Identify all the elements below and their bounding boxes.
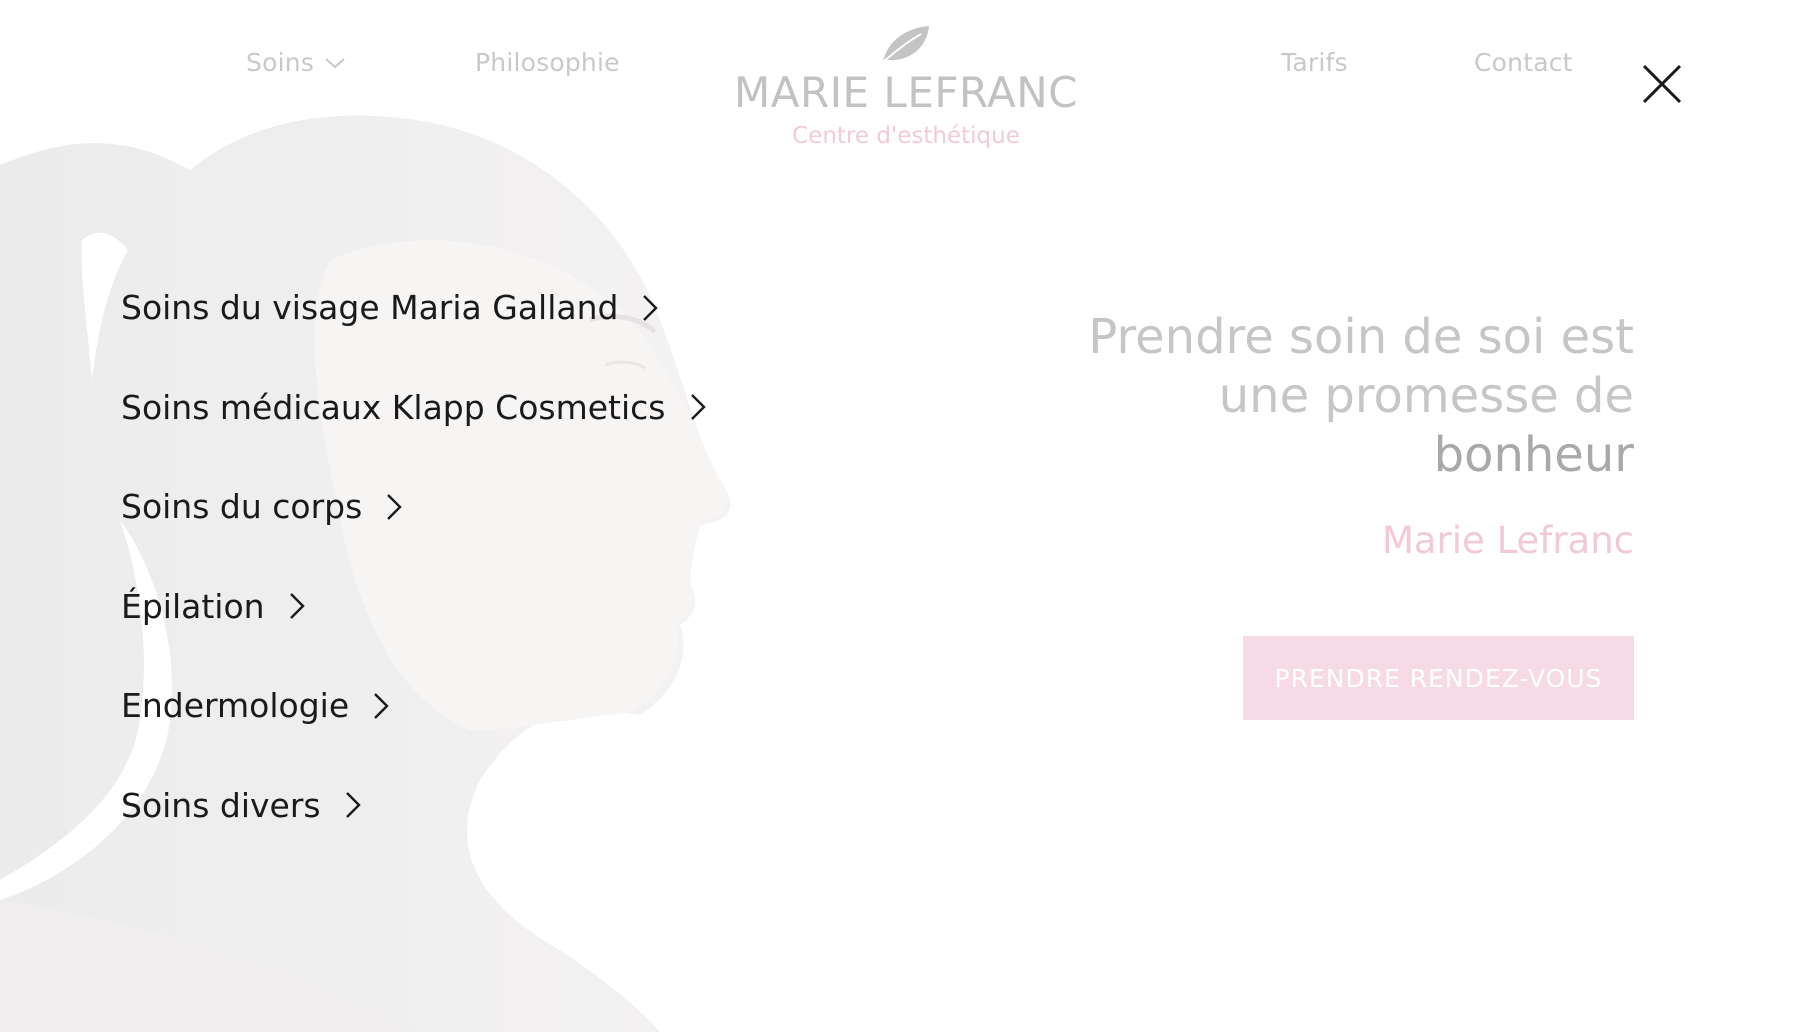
chevron-right-icon [289, 593, 305, 620]
chevron-right-icon [690, 394, 706, 421]
chevron-right-icon [387, 493, 402, 520]
chevron-right-icon [374, 692, 389, 719]
menu-item-soins-divers[interactable]: Soins divers [121, 756, 706, 856]
menu-item-label: Endermologie [121, 686, 350, 726]
menu-item-epilation[interactable]: Épilation [121, 557, 706, 657]
menu-item-label: Soins du corps [121, 487, 363, 527]
chevron-right-icon [345, 792, 361, 819]
chevron-right-icon [643, 294, 659, 321]
menu-item-label: Soins divers [121, 785, 321, 825]
menu-overlay: Soins du visage Maria Galland Soins médi… [0, 0, 1816, 1032]
page: Soins Philosophie MARIE LEFRANC Centre d… [0, 0, 1816, 1032]
menu-item-soins-medicaux[interactable]: Soins médicaux Klapp Cosmetics [121, 358, 706, 458]
soins-menu: Soins du visage Maria Galland Soins médi… [121, 258, 706, 855]
close-icon[interactable] [1640, 62, 1684, 106]
menu-item-label: Soins médicaux Klapp Cosmetics [121, 387, 666, 427]
menu-item-soins-visage[interactable]: Soins du visage Maria Galland [121, 258, 706, 358]
menu-item-label: Épilation [121, 586, 265, 626]
menu-item-label: Soins du visage Maria Galland [121, 288, 619, 328]
menu-item-soins-corps[interactable]: Soins du corps [121, 457, 706, 557]
menu-item-endermologie[interactable]: Endermologie [121, 656, 706, 756]
